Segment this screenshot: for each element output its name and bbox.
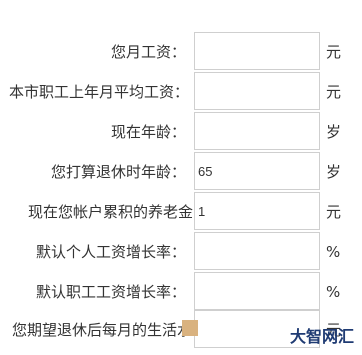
row-retirement-age: 您打算退休时年龄： 岁 [0,152,362,192]
row-monthly-salary: 您月工资： 元 [0,32,362,72]
city-average-salary-input[interactable] [194,72,320,110]
row-staff-growth-rate: 默认职工工资增长率： % [0,272,362,312]
row-city-average-salary: 本市职工上年月平均工资： 元 [0,72,362,112]
current-age-unit: 岁 [326,123,342,141]
row-pension-balance: 现在您帐户累积的养老金 元 [0,192,362,232]
current-age-input[interactable] [194,112,320,150]
staff-growth-rate-unit: % [326,283,341,301]
monthly-salary-input[interactable] [194,32,320,70]
expected-living-cost-label: 您期望退休后每月的生活水 [11,321,192,339]
row-personal-growth-rate: 默认个人工资增长率： % [0,232,362,272]
retirement-age-unit: 岁 [326,163,342,181]
watermark-logo: 大智网汇 [290,327,355,346]
city-average-salary-label: 本市职工上年月平均工资： [8,83,189,101]
city-average-salary-unit: 元 [326,83,342,101]
row-current-age: 现在年龄： 岁 [0,112,362,152]
monthly-salary-label: 您月工资： [110,43,186,61]
overlay-square [182,320,198,336]
personal-growth-rate-input[interactable] [194,232,320,270]
personal-growth-rate-unit: % [326,243,341,261]
staff-growth-rate-label: 默认职工工资增长率： [35,283,186,301]
current-age-label: 现在年龄： [110,123,186,141]
pension-balance-input[interactable] [194,192,320,230]
pension-balance-unit: 元 [326,203,342,221]
staff-growth-rate-input[interactable] [194,272,320,310]
pension-balance-label: 现在您帐户累积的养老金 [27,203,193,221]
personal-growth-rate-label: 默认个人工资增长率： [35,243,186,261]
retirement-age-label: 您打算退休时年龄： [50,163,186,181]
retirement-age-input[interactable] [194,152,320,190]
monthly-salary-unit: 元 [326,43,342,61]
